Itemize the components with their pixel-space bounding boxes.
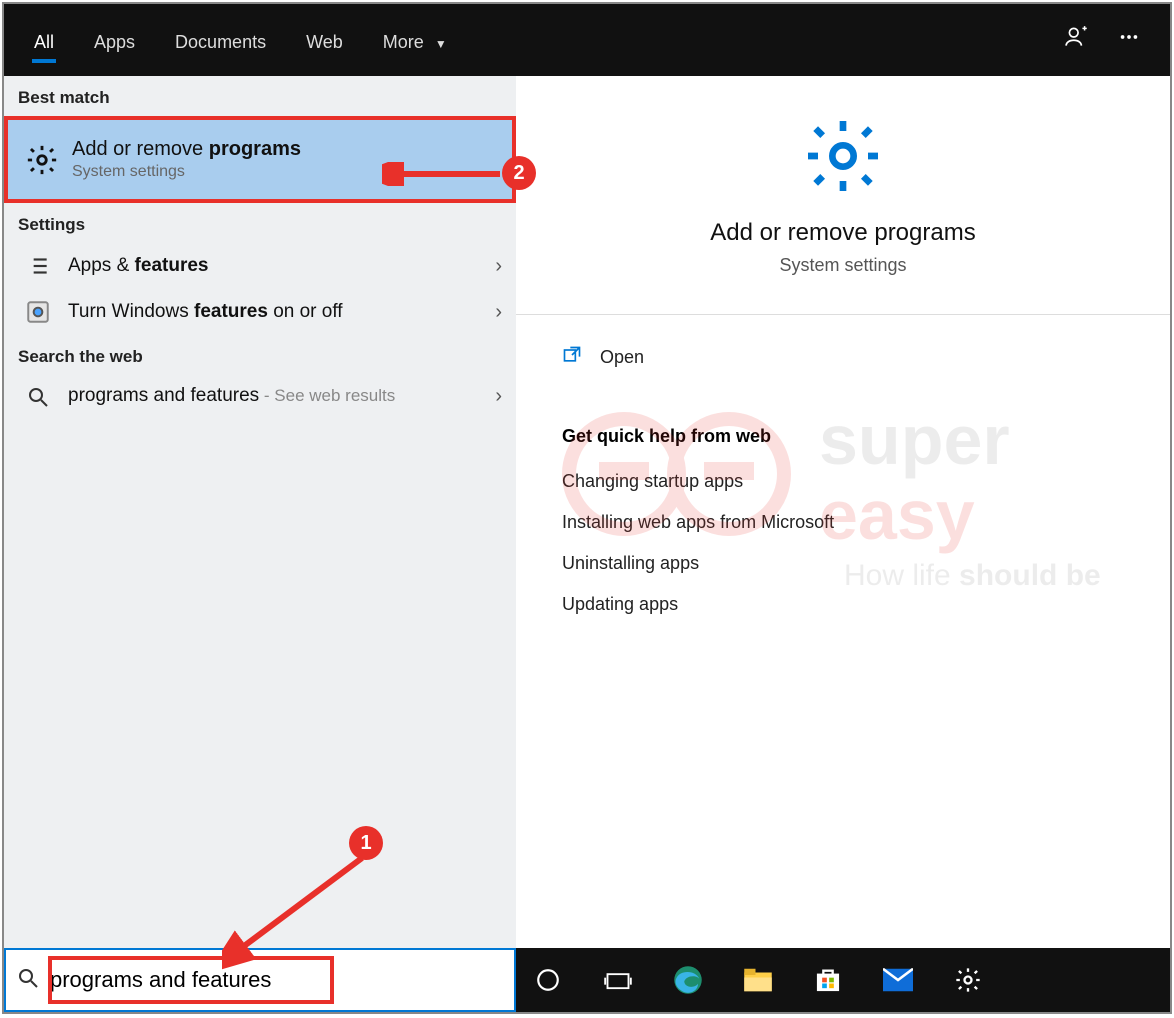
web-result[interactable]: programs and features - See web results … — [4, 375, 516, 419]
annotation-step-1: 1 — [349, 826, 383, 860]
best-match-title: Add or remove programs — [72, 138, 301, 161]
filter-tabs: All Apps Documents Web More ▼ — [14, 12, 467, 69]
best-match-header: Best match — [4, 76, 516, 116]
annotation-arrow-1 — [222, 852, 372, 972]
system-tray — [516, 948, 1170, 1012]
cortana-icon[interactable] — [530, 962, 566, 998]
open-icon — [562, 345, 582, 370]
settings-result-apps-features[interactable]: Apps & features › — [4, 243, 516, 289]
best-match-subtitle: System settings — [72, 163, 301, 181]
search-filter-bar: All Apps Documents Web More ▼ — [4, 4, 1170, 76]
best-match-result[interactable]: Add or remove programs System settings — [4, 116, 516, 203]
file-explorer-icon[interactable] — [740, 962, 776, 998]
tab-more[interactable]: More ▼ — [363, 12, 467, 69]
settings-result-title: Turn Windows features on or off — [68, 301, 343, 323]
search-icon — [18, 385, 58, 409]
mail-icon[interactable] — [880, 962, 916, 998]
task-view-icon[interactable] — [600, 962, 636, 998]
gear-icon — [803, 183, 883, 200]
tab-web[interactable]: Web — [286, 12, 363, 69]
settings-result-title: Apps & features — [68, 255, 208, 277]
taskbar — [4, 948, 1170, 1012]
settings-icon[interactable] — [950, 962, 986, 998]
chevron-right-icon: › — [495, 301, 502, 324]
annotation-step-2: 2 — [502, 156, 536, 190]
annotation-arrow-2 — [382, 162, 512, 186]
help-link[interactable]: Uninstalling apps — [562, 543, 1124, 584]
tab-apps[interactable]: Apps — [74, 12, 155, 69]
list-icon — [18, 253, 58, 279]
edge-icon[interactable] — [670, 962, 706, 998]
control-panel-icon — [18, 299, 58, 325]
search-web-header: Search the web — [4, 335, 516, 375]
settings-header: Settings — [4, 203, 516, 243]
open-label: Open — [600, 347, 644, 368]
web-result-title: programs and features - See web results — [68, 385, 395, 407]
chevron-right-icon: › — [495, 255, 502, 278]
more-options-icon[interactable] — [1118, 26, 1140, 54]
results-panel: Best match Add or remove programs System… — [4, 76, 516, 950]
feedback-icon[interactable] — [1064, 24, 1090, 56]
gear-icon — [22, 143, 62, 177]
tab-documents[interactable]: Documents — [155, 12, 286, 69]
help-link[interactable]: Installing web apps from Microsoft — [562, 502, 1124, 543]
preview-panel: Add or remove programs System settings O… — [516, 76, 1170, 950]
help-link[interactable]: Changing startup apps — [562, 461, 1124, 502]
microsoft-store-icon[interactable] — [810, 962, 846, 998]
settings-result-windows-features[interactable]: Turn Windows features on or off › — [4, 289, 516, 335]
preview-title: Add or remove programs — [516, 219, 1170, 247]
help-link[interactable]: Updating apps — [562, 584, 1124, 625]
chevron-down-icon: ▼ — [435, 37, 447, 51]
preview-subtitle: System settings — [516, 255, 1170, 276]
chevron-right-icon: › — [495, 385, 502, 408]
tab-more-label: More — [383, 32, 424, 52]
open-action[interactable]: Open — [562, 335, 1124, 380]
tab-all[interactable]: All — [14, 12, 74, 69]
search-icon — [16, 966, 40, 995]
help-header: Get quick help from web — [562, 426, 1124, 447]
